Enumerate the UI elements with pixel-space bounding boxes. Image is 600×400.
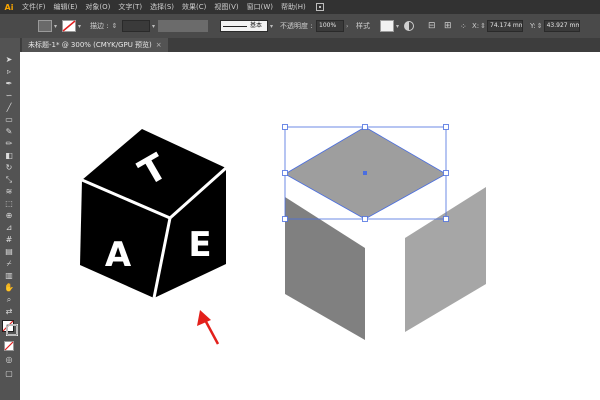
menu-object[interactable]: 对象(O)	[81, 2, 114, 12]
artboard-canvas[interactable]: T A E	[20, 52, 600, 400]
resize-handle[interactable]	[282, 124, 288, 130]
menu-window[interactable]: 窗口(W)	[243, 2, 277, 12]
app-logo: Ai	[4, 2, 14, 12]
scale-tool-icon[interactable]: ⤡	[3, 174, 15, 185]
stroke-color-control[interactable]: ▾	[62, 19, 81, 33]
arrow-head	[197, 310, 211, 326]
pen-tool-icon[interactable]: ✒	[3, 78, 15, 89]
variable-width-profile[interactable]	[158, 20, 208, 32]
stroke-none-swatch-icon[interactable]	[62, 20, 76, 32]
resize-handle[interactable]	[282, 216, 288, 222]
gray-cube-parts[interactable]	[285, 127, 486, 340]
transform-icon[interactable]: ⊞	[444, 21, 452, 31]
close-icon[interactable]: ×	[156, 41, 162, 49]
workspace-switcher-icon[interactable]	[315, 3, 324, 11]
resize-handle[interactable]	[443, 124, 449, 130]
line-tool-icon[interactable]: ╱	[3, 102, 15, 113]
y-stepper-icon[interactable]: ⇕	[537, 22, 543, 30]
rectangle-tool-icon[interactable]: ▭	[3, 114, 15, 125]
stroke-label: 描边 :	[90, 22, 109, 30]
control-bar: ▾ ▾ 描边 : ⇕ ▾ 基本 ▾ 不透明度 : 100% › 样式 ▾ ⊟ ⊞…	[0, 14, 600, 39]
align-icon[interactable]: ⊟	[428, 21, 436, 31]
stroke-line-preview	[223, 25, 247, 27]
resize-handle[interactable]	[282, 170, 288, 176]
pencil-tool-icon[interactable]: ✏	[3, 138, 15, 149]
menu-edit[interactable]: 编辑(E)	[50, 2, 82, 12]
opacity-input[interactable]: 100%	[316, 20, 344, 32]
eraser-tool-icon[interactable]: ◧	[3, 150, 15, 161]
center-point	[363, 171, 367, 175]
reference-point-icon[interactable]: ⁘	[460, 22, 467, 31]
x-stepper-icon[interactable]: ⇕	[480, 22, 486, 30]
document-tab-bar: 未标题-1* @ 300% (CMYK/GPU 预览) ×	[20, 38, 600, 52]
style-label: 样式	[356, 22, 370, 30]
menu-bar: Ai 文件(F) 编辑(E) 对象(O) 文字(T) 选择(S) 效果(C) 视…	[0, 0, 600, 14]
chevron-down-icon[interactable]: ▾	[396, 23, 399, 30]
paintbrush-tool-icon[interactable]: ✎	[3, 126, 15, 137]
cube-letter-left: A	[105, 235, 132, 275]
warp-tool-icon[interactable]: ≋	[3, 186, 15, 197]
stroke-weight-stepper-icon[interactable]: ⇕	[112, 22, 118, 30]
cube-letter-right: E	[188, 225, 211, 265]
fill-stroke-swatch-icon[interactable]	[2, 320, 18, 336]
opacity-label: 不透明度 :	[280, 22, 313, 30]
document-tab[interactable]: 未标题-1* @ 300% (CMYK/GPU 预览) ×	[22, 38, 168, 52]
none-color-icon[interactable]	[3, 340, 15, 351]
gray-right-face[interactable]	[405, 187, 486, 332]
resize-handle[interactable]	[362, 216, 368, 222]
menu-select[interactable]: 选择(S)	[146, 2, 178, 12]
resize-handle[interactable]	[443, 170, 449, 176]
stroke-weight-input[interactable]	[122, 20, 150, 32]
graphic-style-swatch[interactable]	[380, 20, 394, 32]
brush-definition[interactable]: 基本	[220, 20, 268, 32]
chevron-down-icon[interactable]: ▾	[78, 23, 81, 30]
recolor-artwork-icon[interactable]	[404, 21, 414, 31]
menu-effect[interactable]: 效果(C)	[178, 2, 210, 12]
menu-type[interactable]: 文字(T)	[114, 2, 146, 12]
resize-handle[interactable]	[362, 124, 368, 130]
fill-stroke-indicator[interactable]	[2, 320, 18, 336]
chevron-down-icon[interactable]: ▾	[270, 23, 273, 30]
column-graph-tool-icon[interactable]: ▥	[3, 270, 15, 281]
artwork: T A E	[80, 124, 486, 345]
brush-style-label: 基本	[250, 22, 263, 29]
letter-cube[interactable]: T A E	[80, 129, 227, 299]
red-arrow-annotation	[197, 310, 220, 345]
resize-handle[interactable]	[443, 216, 449, 222]
y-label: Y:	[530, 22, 536, 30]
gray-left-face[interactable]	[285, 197, 365, 340]
rotate-tool-icon[interactable]: ↻	[3, 162, 15, 173]
curvature-tool-icon[interactable]: ∽	[3, 90, 15, 101]
document-tab-title: 未标题-1* @ 300% (CMYK/GPU 预览)	[28, 41, 152, 49]
zoom-tool-icon[interactable]: ⌕	[3, 294, 15, 305]
perspective-grid-tool-icon[interactable]: ⊿	[3, 222, 15, 233]
x-position-input[interactable]: 74.174 mm	[487, 20, 524, 32]
chevron-right-icon[interactable]: ›	[346, 23, 348, 30]
direct-selection-tool-icon[interactable]: ▹	[3, 66, 15, 77]
fill-swatch[interactable]	[38, 20, 52, 32]
menu-file[interactable]: 文件(F)	[18, 2, 50, 12]
menu-view[interactable]: 视图(V)	[210, 2, 242, 12]
screen-mode-icon[interactable]: ▢	[3, 368, 15, 379]
draw-mode-icon[interactable]: ◎	[3, 354, 15, 365]
selection-tool-icon[interactable]: ➤	[3, 54, 15, 65]
x-label: X:	[472, 22, 480, 30]
toolbox: ➤ ▹ ✒ ∽ ╱ ▭ ✎ ✏ ◧ ↻ ⤡ ≋ ⬚ ⊕ ⊿ # ▤ ⌿ ▥ ✋ …	[0, 38, 21, 400]
mesh-tool-icon[interactable]: #	[3, 234, 15, 245]
chevron-down-icon[interactable]: ▾	[152, 23, 155, 30]
swap-fill-stroke-icon[interactable]: ⇄	[3, 306, 15, 317]
y-position-input[interactable]: 43.927 mm	[543, 20, 580, 32]
fill-color-control[interactable]: ▾	[38, 19, 57, 33]
hand-tool-icon[interactable]: ✋	[3, 282, 15, 293]
free-transform-tool-icon[interactable]: ⬚	[3, 198, 15, 209]
shape-builder-tool-icon[interactable]: ⊕	[3, 210, 15, 221]
eyedropper-tool-icon[interactable]: ⌿	[3, 258, 15, 269]
chevron-down-icon[interactable]: ▾	[54, 23, 57, 30]
gradient-tool-icon[interactable]: ▤	[3, 246, 15, 257]
menu-help[interactable]: 帮助(H)	[277, 2, 310, 12]
